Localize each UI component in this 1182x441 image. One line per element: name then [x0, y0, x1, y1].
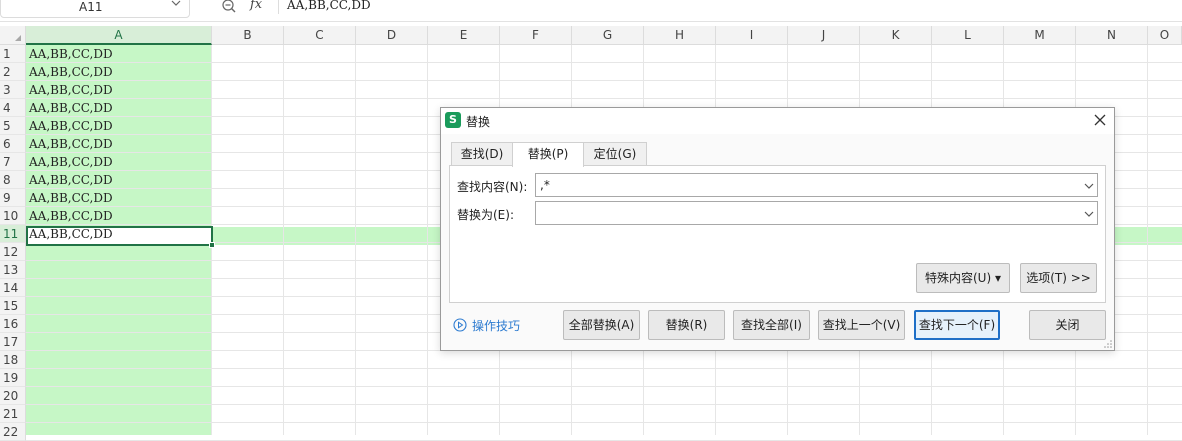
row-header-1[interactable]: 1 [0, 45, 26, 63]
row-header-18[interactable]: 18 [0, 351, 26, 369]
row-header-14[interactable]: 14 [0, 279, 26, 297]
column-header-b[interactable]: B [212, 26, 284, 45]
column-header-a[interactable]: A [26, 26, 212, 45]
tab-goto[interactable]: 定位(G) [583, 142, 647, 166]
row-gridline [26, 80, 1182, 81]
cell-a6[interactable]: AA,BB,CC,DD [29, 135, 113, 153]
replace-panel: 查找内容(N): ,* 替换为(E): 特殊内容(U) ▾ 选项(T) >> [449, 165, 1106, 303]
formula-input[interactable]: AA,BB,CC,DD [287, 0, 371, 12]
column-header-f[interactable]: F [500, 26, 572, 45]
column-gridline [355, 45, 356, 435]
replace-dialog: S 替换 查找(D) 替换(P) 定位(G) 查找内容(N): ,* 替换为(E… [440, 107, 1115, 351]
cell-a10[interactable]: AA,BB,CC,DD [29, 207, 113, 225]
resize-grip-icon[interactable] [1104, 340, 1112, 348]
replace-all-button[interactable]: 全部替换(A) [563, 310, 640, 340]
column-header-n[interactable]: N [1076, 26, 1148, 45]
cell-a7[interactable]: AA,BB,CC,DD [29, 153, 113, 171]
column-header-d[interactable]: D [356, 26, 428, 45]
dialog-title: 替换 [466, 115, 491, 129]
name-box[interactable]: A11 [0, 0, 190, 18]
column-gridline [427, 45, 428, 435]
column-header-i[interactable]: I [716, 26, 788, 45]
row-gridline [26, 386, 1182, 387]
cell-a2[interactable]: AA,BB,CC,DD [29, 63, 113, 81]
cell-a5[interactable]: AA,BB,CC,DD [29, 117, 113, 135]
row-gridline [26, 404, 1182, 405]
row-header-12[interactable]: 12 [0, 243, 26, 261]
row-gridline [26, 368, 1182, 369]
chevron-down-icon[interactable] [1084, 181, 1094, 191]
find-previous-button[interactable]: 查找上一个(V) [818, 310, 905, 340]
cell-a1[interactable]: AA,BB,CC,DD [29, 45, 113, 63]
row-header-2[interactable]: 2 [0, 63, 26, 81]
row-header-6[interactable]: 6 [0, 135, 26, 153]
column-header-m[interactable]: M [1004, 26, 1076, 45]
cell-a9[interactable]: AA,BB,CC,DD [29, 189, 113, 207]
row-header-19[interactable]: 19 [0, 369, 26, 387]
play-circle-icon [453, 318, 467, 332]
column-header-h[interactable]: H [644, 26, 716, 45]
formula-separator [278, 0, 279, 14]
column-header-e[interactable]: E [428, 26, 500, 45]
tab-replace[interactable]: 替换(P) [512, 142, 584, 167]
function-icon[interactable]: fx [250, 0, 262, 12]
row-header-21[interactable]: 21 [0, 405, 26, 423]
tab-find[interactable]: 查找(D) [451, 142, 513, 166]
column-gridline [283, 45, 284, 435]
row-header-16[interactable]: 16 [0, 315, 26, 333]
row-header-20[interactable]: 20 [0, 387, 26, 405]
row-header-17[interactable]: 17 [0, 333, 26, 351]
find-all-button[interactable]: 查找全部(I) [733, 310, 810, 340]
special-content-button[interactable]: 特殊内容(U) ▾ [916, 263, 1010, 293]
column-header-j[interactable]: J [788, 26, 860, 45]
row-header-22[interactable]: 22 [0, 423, 26, 441]
app-icon: S [445, 112, 461, 128]
formula-bar: A11 fx AA,BB,CC,DD [0, 0, 1182, 22]
row-header-8[interactable]: 8 [0, 171, 26, 189]
row-gridline [26, 62, 1182, 63]
column-header-l[interactable]: L [932, 26, 1004, 45]
cell-a8[interactable]: AA,BB,CC,DD [29, 171, 113, 189]
cell-a4[interactable]: AA,BB,CC,DD [29, 99, 113, 117]
replace-button[interactable]: 替换(R) [648, 310, 725, 340]
column-header-g[interactable]: G [572, 26, 644, 45]
close-button[interactable]: 关闭 [1029, 310, 1106, 340]
column-header-k[interactable]: K [860, 26, 932, 45]
corner-triangle-icon [15, 35, 21, 41]
dialog-titlebar[interactable]: S 替换 [441, 108, 1114, 134]
find-value: ,* [540, 178, 550, 192]
options-button[interactable]: 选项(T) >> [1020, 263, 1097, 293]
column-header-o[interactable]: O [1148, 26, 1182, 45]
find-input[interactable]: ,* [535, 173, 1098, 197]
row-header-15[interactable]: 15 [0, 297, 26, 315]
select-all-corner[interactable] [0, 26, 26, 45]
name-box-value: A11 [79, 0, 103, 14]
tips-link-label: 操作技巧 [472, 319, 521, 333]
close-icon[interactable] [1092, 112, 1108, 128]
row-header-13[interactable]: 13 [0, 261, 26, 279]
chevron-down-icon[interactable] [1084, 209, 1094, 219]
row-header-3[interactable]: 3 [0, 81, 26, 99]
row-gridline [26, 422, 1182, 423]
find-label: 查找内容(N): [457, 180, 528, 194]
find-next-button[interactable]: 查找下一个(F) [914, 310, 1000, 340]
row-gridline [26, 98, 1182, 99]
replace-label: 替换为(E): [457, 208, 514, 222]
row-header-4[interactable]: 4 [0, 99, 26, 117]
replace-input[interactable] [535, 201, 1098, 225]
row-header-5[interactable]: 5 [0, 117, 26, 135]
row-header-9[interactable]: 9 [0, 189, 26, 207]
row-header-10[interactable]: 10 [0, 207, 26, 225]
cell-a3[interactable]: AA,BB,CC,DD [29, 81, 113, 99]
column-header-c[interactable]: C [284, 26, 356, 45]
chevron-down-icon[interactable] [171, 0, 181, 8]
row-header-11[interactable]: 11 [0, 225, 26, 243]
fill-handle[interactable] [209, 242, 215, 248]
zoom-icon[interactable] [221, 0, 237, 14]
column-gridline [1147, 45, 1148, 435]
row-header-7[interactable]: 7 [0, 153, 26, 171]
cell-a11[interactable]: AA,BB,CC,DD [29, 225, 113, 243]
